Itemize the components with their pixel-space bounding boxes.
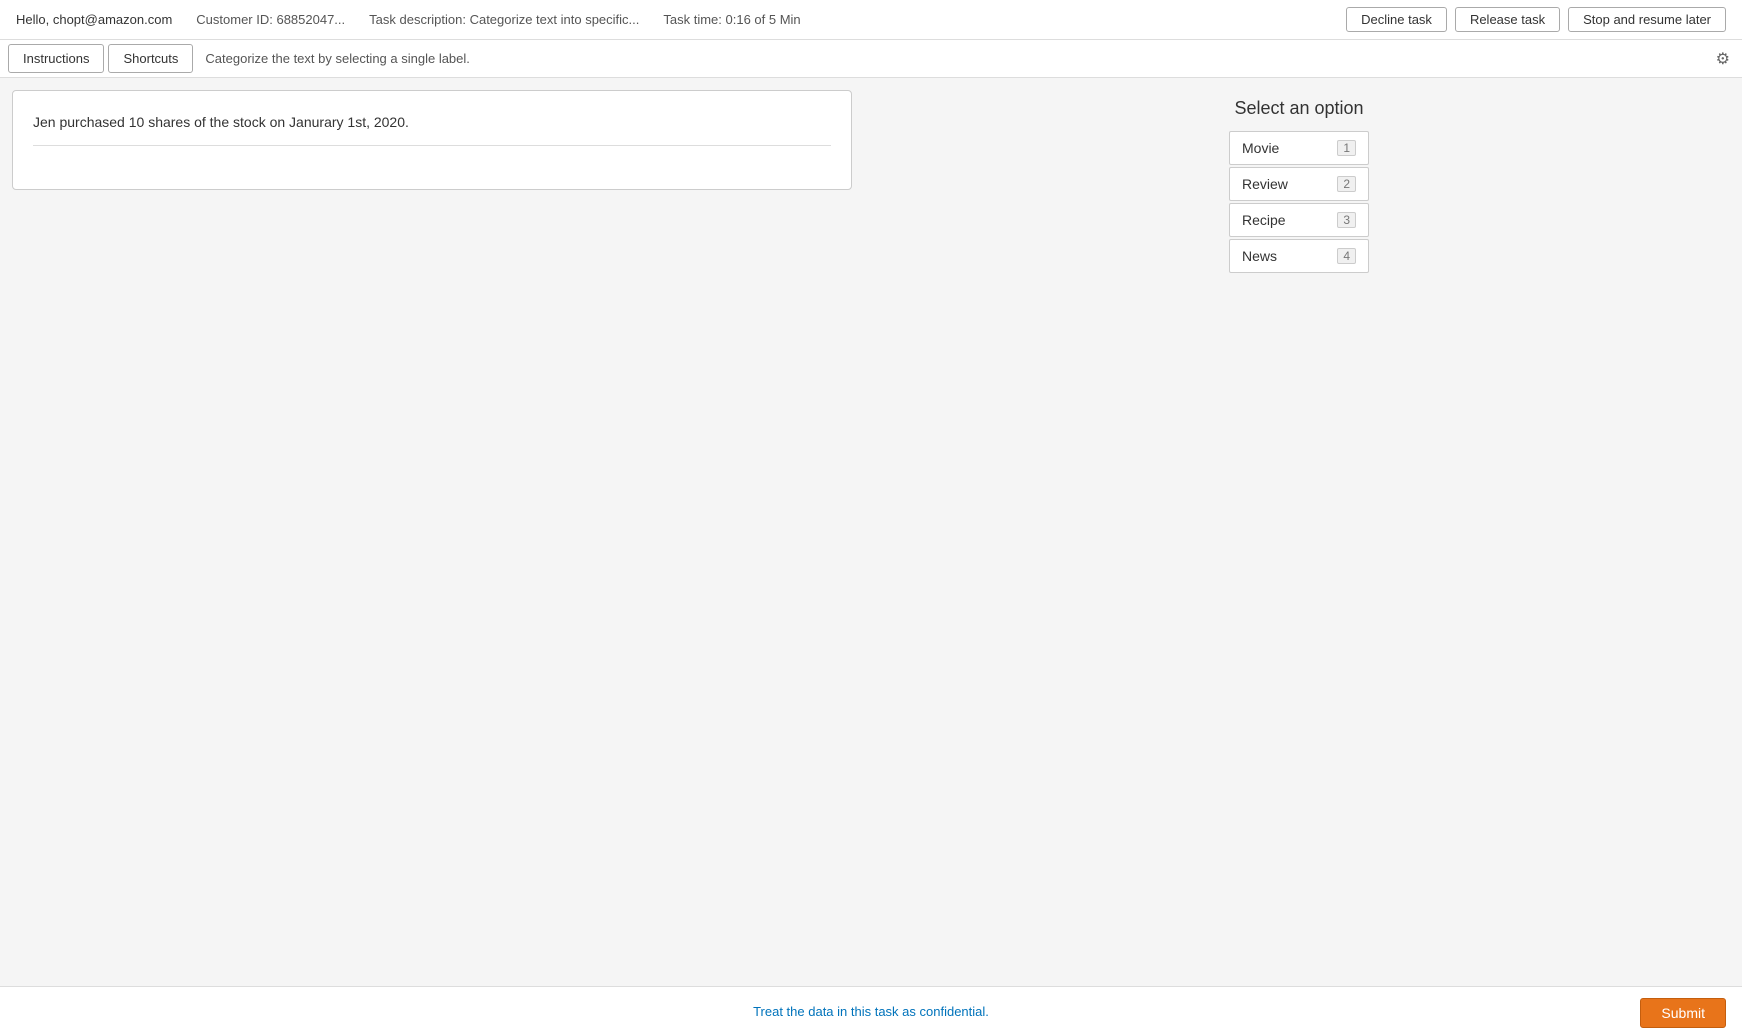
options-panel: Select an option Movie 1 Review 2 Recipe 3 New… (868, 90, 1730, 934)
release-task-button[interactable]: Release task (1455, 7, 1560, 32)
option-list: Movie 1 Review 2 Recipe 3 News 4 (1229, 131, 1369, 275)
decline-task-button[interactable]: Decline task (1346, 7, 1447, 32)
option-shortcut: 2 (1337, 176, 1356, 192)
option-label: Recipe (1242, 212, 1286, 228)
footer-note: Treat the data in this task as confident… (753, 1004, 989, 1019)
option-label: News (1242, 248, 1277, 264)
option-item-recipe[interactable]: Recipe 3 (1229, 203, 1369, 237)
header-bar: Hello, chopt@amazon.com Customer ID: 688… (0, 0, 1742, 40)
toolbar: Instructions Shortcuts Categorize the te… (0, 40, 1742, 78)
submit-button[interactable]: Submit (1640, 998, 1726, 1028)
settings-icon[interactable]: ⚙ (1716, 49, 1730, 69)
task-description-label: Task description: Categorize text into s… (369, 12, 639, 27)
text-panel-divider (33, 145, 831, 146)
option-item-review[interactable]: Review 2 (1229, 167, 1369, 201)
submit-area: Submit (1640, 998, 1726, 1028)
footer: Treat the data in this task as confident… (0, 986, 1742, 1036)
option-label: Movie (1242, 140, 1279, 156)
instructions-tab[interactable]: Instructions (8, 44, 104, 73)
task-time-label: Task time: 0:16 of 5 Min (663, 12, 800, 27)
text-content: Jen purchased 10 shares of the stock on … (33, 111, 831, 133)
stop-resume-button[interactable]: Stop and resume later (1568, 7, 1726, 32)
option-shortcut: 3 (1337, 212, 1356, 228)
shortcuts-tab[interactable]: Shortcuts (108, 44, 193, 73)
option-shortcut: 1 (1337, 140, 1356, 156)
option-label: Review (1242, 176, 1288, 192)
instruction-text: Categorize the text by selecting a singl… (205, 51, 470, 66)
option-item-news[interactable]: News 4 (1229, 239, 1369, 273)
text-panel: Jen purchased 10 shares of the stock on … (12, 90, 852, 190)
option-item-movie[interactable]: Movie 1 (1229, 131, 1369, 165)
customer-id-label: Customer ID: 68852047... (196, 12, 345, 27)
main-content: Jen purchased 10 shares of the stock on … (0, 78, 1742, 946)
greeting-text: Hello, chopt@amazon.com (16, 12, 172, 27)
header-meta: Customer ID: 68852047... Task descriptio… (196, 12, 800, 27)
header-left: Hello, chopt@amazon.com Customer ID: 688… (16, 12, 801, 27)
header-actions: Decline task Release task Stop and resum… (1346, 7, 1726, 32)
options-title: Select an option (1234, 98, 1363, 119)
option-shortcut: 4 (1337, 248, 1356, 264)
